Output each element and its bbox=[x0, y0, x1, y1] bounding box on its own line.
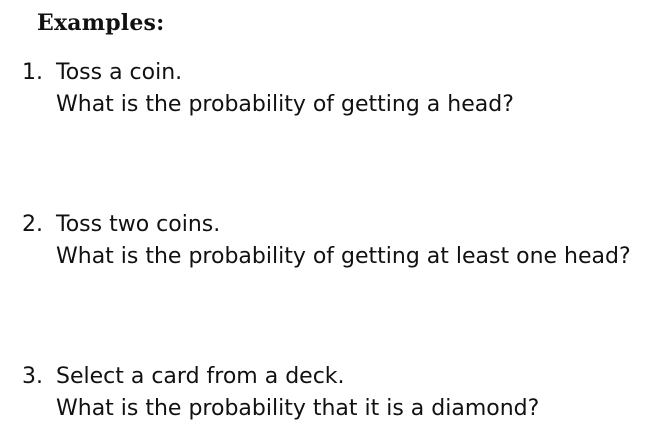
example-action-line: 1. Toss a coin. bbox=[22, 57, 514, 89]
example-item-2: 2. Toss two coins. What is the probabilit… bbox=[22, 209, 631, 273]
example-action: Select a card from a deck. bbox=[56, 364, 345, 389]
example-question: What is the probability of getting a hea… bbox=[56, 92, 514, 117]
example-question: What is the probability of getting at le… bbox=[56, 244, 631, 269]
example-action-line: 2. Toss two coins. bbox=[22, 209, 631, 241]
document-page: Examples: 1. Toss a coin. What is the pro… bbox=[0, 0, 661, 447]
example-item-3: 3. Select a card from a deck. What is the… bbox=[22, 361, 539, 425]
example-item-1: 1. Toss a coin. What is the probability o… bbox=[22, 57, 514, 121]
example-number: 3. bbox=[22, 364, 43, 389]
example-action: Toss two coins. bbox=[56, 212, 221, 237]
example-action-line: 3. Select a card from a deck. bbox=[22, 361, 539, 393]
example-action: Toss a coin. bbox=[56, 60, 183, 85]
example-number: 1. bbox=[22, 60, 43, 85]
example-question: What is the probability that it is a dia… bbox=[56, 396, 540, 421]
example-number: 2. bbox=[22, 212, 43, 237]
section-heading: Examples: bbox=[37, 10, 165, 36]
